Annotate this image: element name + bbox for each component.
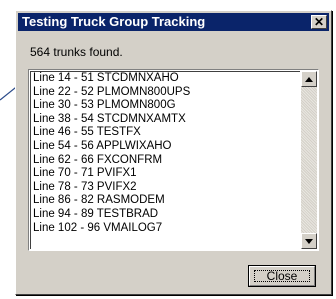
close-window-button[interactable]: ✕	[311, 15, 327, 29]
arrow-up-icon	[305, 76, 313, 82]
list-item[interactable]: Line 54 - 56 APPLWIXAHO	[31, 140, 300, 154]
list-item[interactable]: Line 78 - 73 PVIFX2	[31, 181, 300, 195]
list-item[interactable]: Line 22 - 52 PLMOMN800UPS	[31, 86, 300, 100]
trunk-listbox[interactable]: Line 14 - 51 STCDMNXAHO Line 22 - 52 PLMO…	[28, 69, 319, 251]
scroll-up-button[interactable]	[301, 71, 317, 87]
list-item[interactable]: Line 94 - 89 TESTBRAD	[31, 208, 300, 222]
arrow-down-icon	[305, 238, 313, 244]
list-item[interactable]: Line 14 - 51 STCDMNXAHO	[31, 72, 300, 86]
list-item[interactable]: Line 38 - 54 STCDMNXAMTX	[31, 113, 300, 127]
status-text: 564 trunks found.	[30, 45, 123, 59]
scroll-down-button[interactable]	[301, 233, 317, 249]
list-item[interactable]: Line 30 - 53 PLMOMN800G	[31, 99, 300, 113]
close-icon: ✕	[313, 15, 325, 29]
list-item[interactable]: Line 86 - 82 RASMODEM	[31, 194, 300, 208]
title-bar[interactable]: Testing Truck Group Tracking ✕	[18, 13, 329, 31]
list-item[interactable]: Line 70 - 71 PVIFX1	[31, 167, 300, 181]
dialog-frame: Testing Truck Group Tracking ✕ 564 trunk…	[15, 10, 332, 295]
focus-rect	[254, 270, 310, 282]
window-title: Testing Truck Group Tracking	[22, 14, 206, 29]
list-item[interactable]: Line 62 - 66 FXCONFRM	[31, 154, 300, 168]
list-scrollbar[interactable]	[301, 71, 317, 249]
close-button[interactable]: Close	[248, 265, 316, 287]
trunk-list[interactable]: Line 14 - 51 STCDMNXAHO Line 22 - 52 PLMO…	[30, 71, 300, 249]
list-item[interactable]: Line 102 - 96 VMAILOG7	[31, 222, 300, 236]
tracking-dialog: Testing Truck Group Tracking ✕ 564 trunk…	[0, 0, 336, 299]
list-item[interactable]: Line 46 - 55 TESTFX	[31, 126, 300, 140]
